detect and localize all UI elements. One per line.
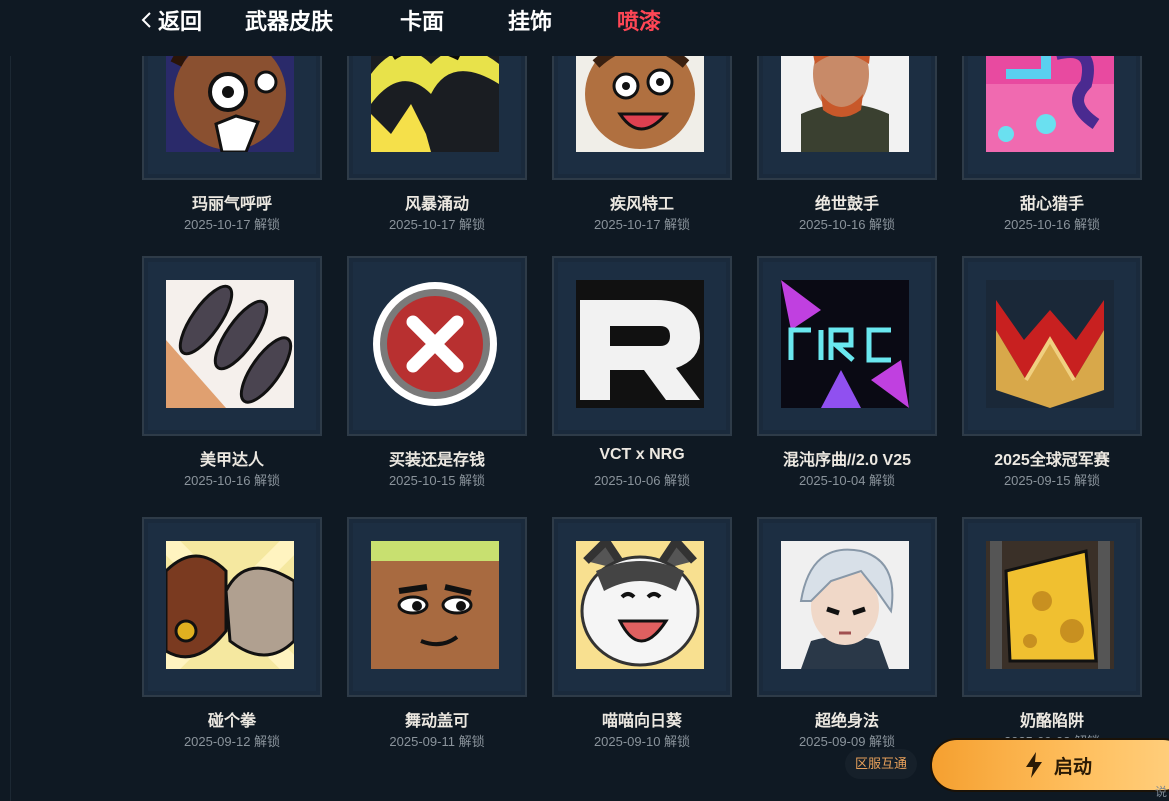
tab-sprays[interactable]: 喷漆 [617, 4, 661, 36]
spray-unlock-date: 2025-10-04 解锁 [798, 473, 896, 488]
spray-card[interactable]: 风暴涌动 2025-10-17 解锁 [347, 56, 527, 232]
spray-card[interactable]: 玛丽气呼呼 2025-10-17 解锁 [142, 56, 322, 232]
spray-name: 买装还是存钱 [388, 452, 485, 469]
spray-unlock-date: 2025-10-15 解锁 [388, 473, 486, 488]
launch-label: 启动 [1054, 756, 1093, 778]
drummer-portrait-spray-icon [781, 56, 909, 152]
spray-card[interactable]: VCT x NRG 2025-10-06 解锁 [552, 256, 732, 488]
red-x-button-spray-icon [371, 280, 499, 408]
champions-logo-spray-icon [986, 280, 1114, 408]
spray-unlock-date: 2025-10-06 解锁 [593, 473, 691, 488]
spray-card[interactable]: 奶酪陷阱 2025-09-08 解锁 [962, 517, 1142, 749]
cheese-trap-spray-icon [986, 541, 1114, 669]
spray-grid: 玛丽气呼呼 2025-10-17 解锁 风暴涌动 2025-10-17 解锁 疾… [0, 56, 1169, 801]
spray-card[interactable]: 绝世鼓手 2025-10-16 解锁 [757, 56, 937, 232]
spray-name: 喵喵向日葵 [601, 713, 682, 730]
spray-card[interactable]: 混沌序曲//2.0 V25 2025-10-04 解锁 [757, 256, 937, 488]
spray-name: 绝世鼓手 [814, 196, 879, 213]
spray-name: 玛丽气呼呼 [191, 196, 272, 213]
spray-name: 甜心猎手 [1019, 196, 1084, 213]
spray-name: VCT x NRG [599, 446, 685, 463]
spray-card[interactable]: 疾风特工 2025-10-17 解锁 [552, 56, 732, 232]
happy-cat-spray-icon [576, 541, 704, 669]
spray-unlock-date: 2025-10-16 解锁 [798, 217, 896, 232]
spray-name: 碰个拳 [207, 713, 256, 730]
launch-button[interactable]: 启动 [930, 738, 1169, 792]
tab-charms[interactable]: 挂饰 [508, 4, 552, 36]
tab-cards[interactable]: 卡面 [400, 4, 444, 36]
spray-unlock-date: 2025-09-09 解锁 [798, 734, 896, 749]
nail-claws-spray-icon [166, 280, 294, 408]
silver-hair-agent-spray-icon [781, 541, 909, 669]
spray-card[interactable]: 甜心猎手 2025-10-16 解锁 [962, 56, 1142, 232]
back-label: 返回 [158, 9, 203, 34]
spray-unlock-date: 2025-10-16 解锁 [183, 473, 281, 488]
spray-unlock-date: 2025-09-15 解锁 [1003, 473, 1101, 488]
spray-name: 奶酪陷阱 [1019, 713, 1084, 730]
spray-unlock-date: 2025-10-16 解锁 [1003, 217, 1101, 232]
nrg-r-logo-spray-icon [576, 280, 704, 408]
spray-card[interactable]: 碰个拳 2025-09-12 解锁 [142, 517, 322, 749]
spray-card[interactable]: 舞动盖可 2025-09-11 解锁 [347, 517, 527, 749]
arc-logo-spray-icon [781, 280, 909, 408]
spray-name: 混沌序曲//2.0 V25 [782, 452, 912, 469]
spray-unlock-date: 2025-10-17 解锁 [593, 217, 691, 232]
lightning-icon [1026, 752, 1042, 778]
angry-girl-spray-icon [166, 56, 294, 152]
spray-card[interactable]: 买装还是存钱 2025-10-15 解锁 [347, 256, 527, 488]
spray-unlock-date: 2025-09-12 解锁 [183, 734, 281, 749]
spray-card[interactable]: 美甲达人 2025-10-16 解锁 [142, 256, 322, 488]
corner-text: 说 [1154, 785, 1167, 799]
spray-card[interactable]: 2025全球冠军赛 2025-09-15 解锁 [962, 256, 1142, 488]
spray-name: 美甲达人 [199, 452, 264, 469]
back-button[interactable]: 返回 [140, 4, 202, 36]
spray-unlock-date: 2025-09-11 解锁 [389, 734, 485, 749]
chevron-left-icon [141, 12, 151, 28]
tab-weapon-skins[interactable]: 武器皮肤 [245, 4, 333, 36]
storm-surge-spray-icon [371, 56, 499, 152]
spray-unlock-date: 2025-09-10 解锁 [593, 734, 691, 749]
spray-unlock-date: 2025-10-17 解锁 [388, 217, 486, 232]
spray-name: 超绝身法 [814, 713, 879, 730]
top-nav: 返回 武器皮肤 卡面 挂饰 喷漆 [0, 0, 1169, 56]
shouting-agent-spray-icon [576, 56, 704, 152]
spray-name: 舞动盖可 [404, 713, 469, 730]
smug-face-spray-icon [371, 541, 499, 669]
spray-card[interactable]: 超绝身法 2025-09-09 解锁 [757, 517, 937, 749]
sweetheart-hunter-spray-icon [986, 56, 1114, 152]
spray-unlock-date: 2025-10-17 解锁 [183, 217, 281, 232]
spray-name: 2025全球冠军赛 [994, 452, 1110, 469]
spray-card[interactable]: 喵喵向日葵 2025-09-10 解锁 [552, 517, 732, 749]
spray-name: 风暴涌动 [404, 196, 469, 213]
fist-bump-spray-icon [166, 541, 294, 669]
cross-server-badge: 区服互通 [845, 749, 918, 779]
spray-name: 疾风特工 [609, 196, 674, 213]
